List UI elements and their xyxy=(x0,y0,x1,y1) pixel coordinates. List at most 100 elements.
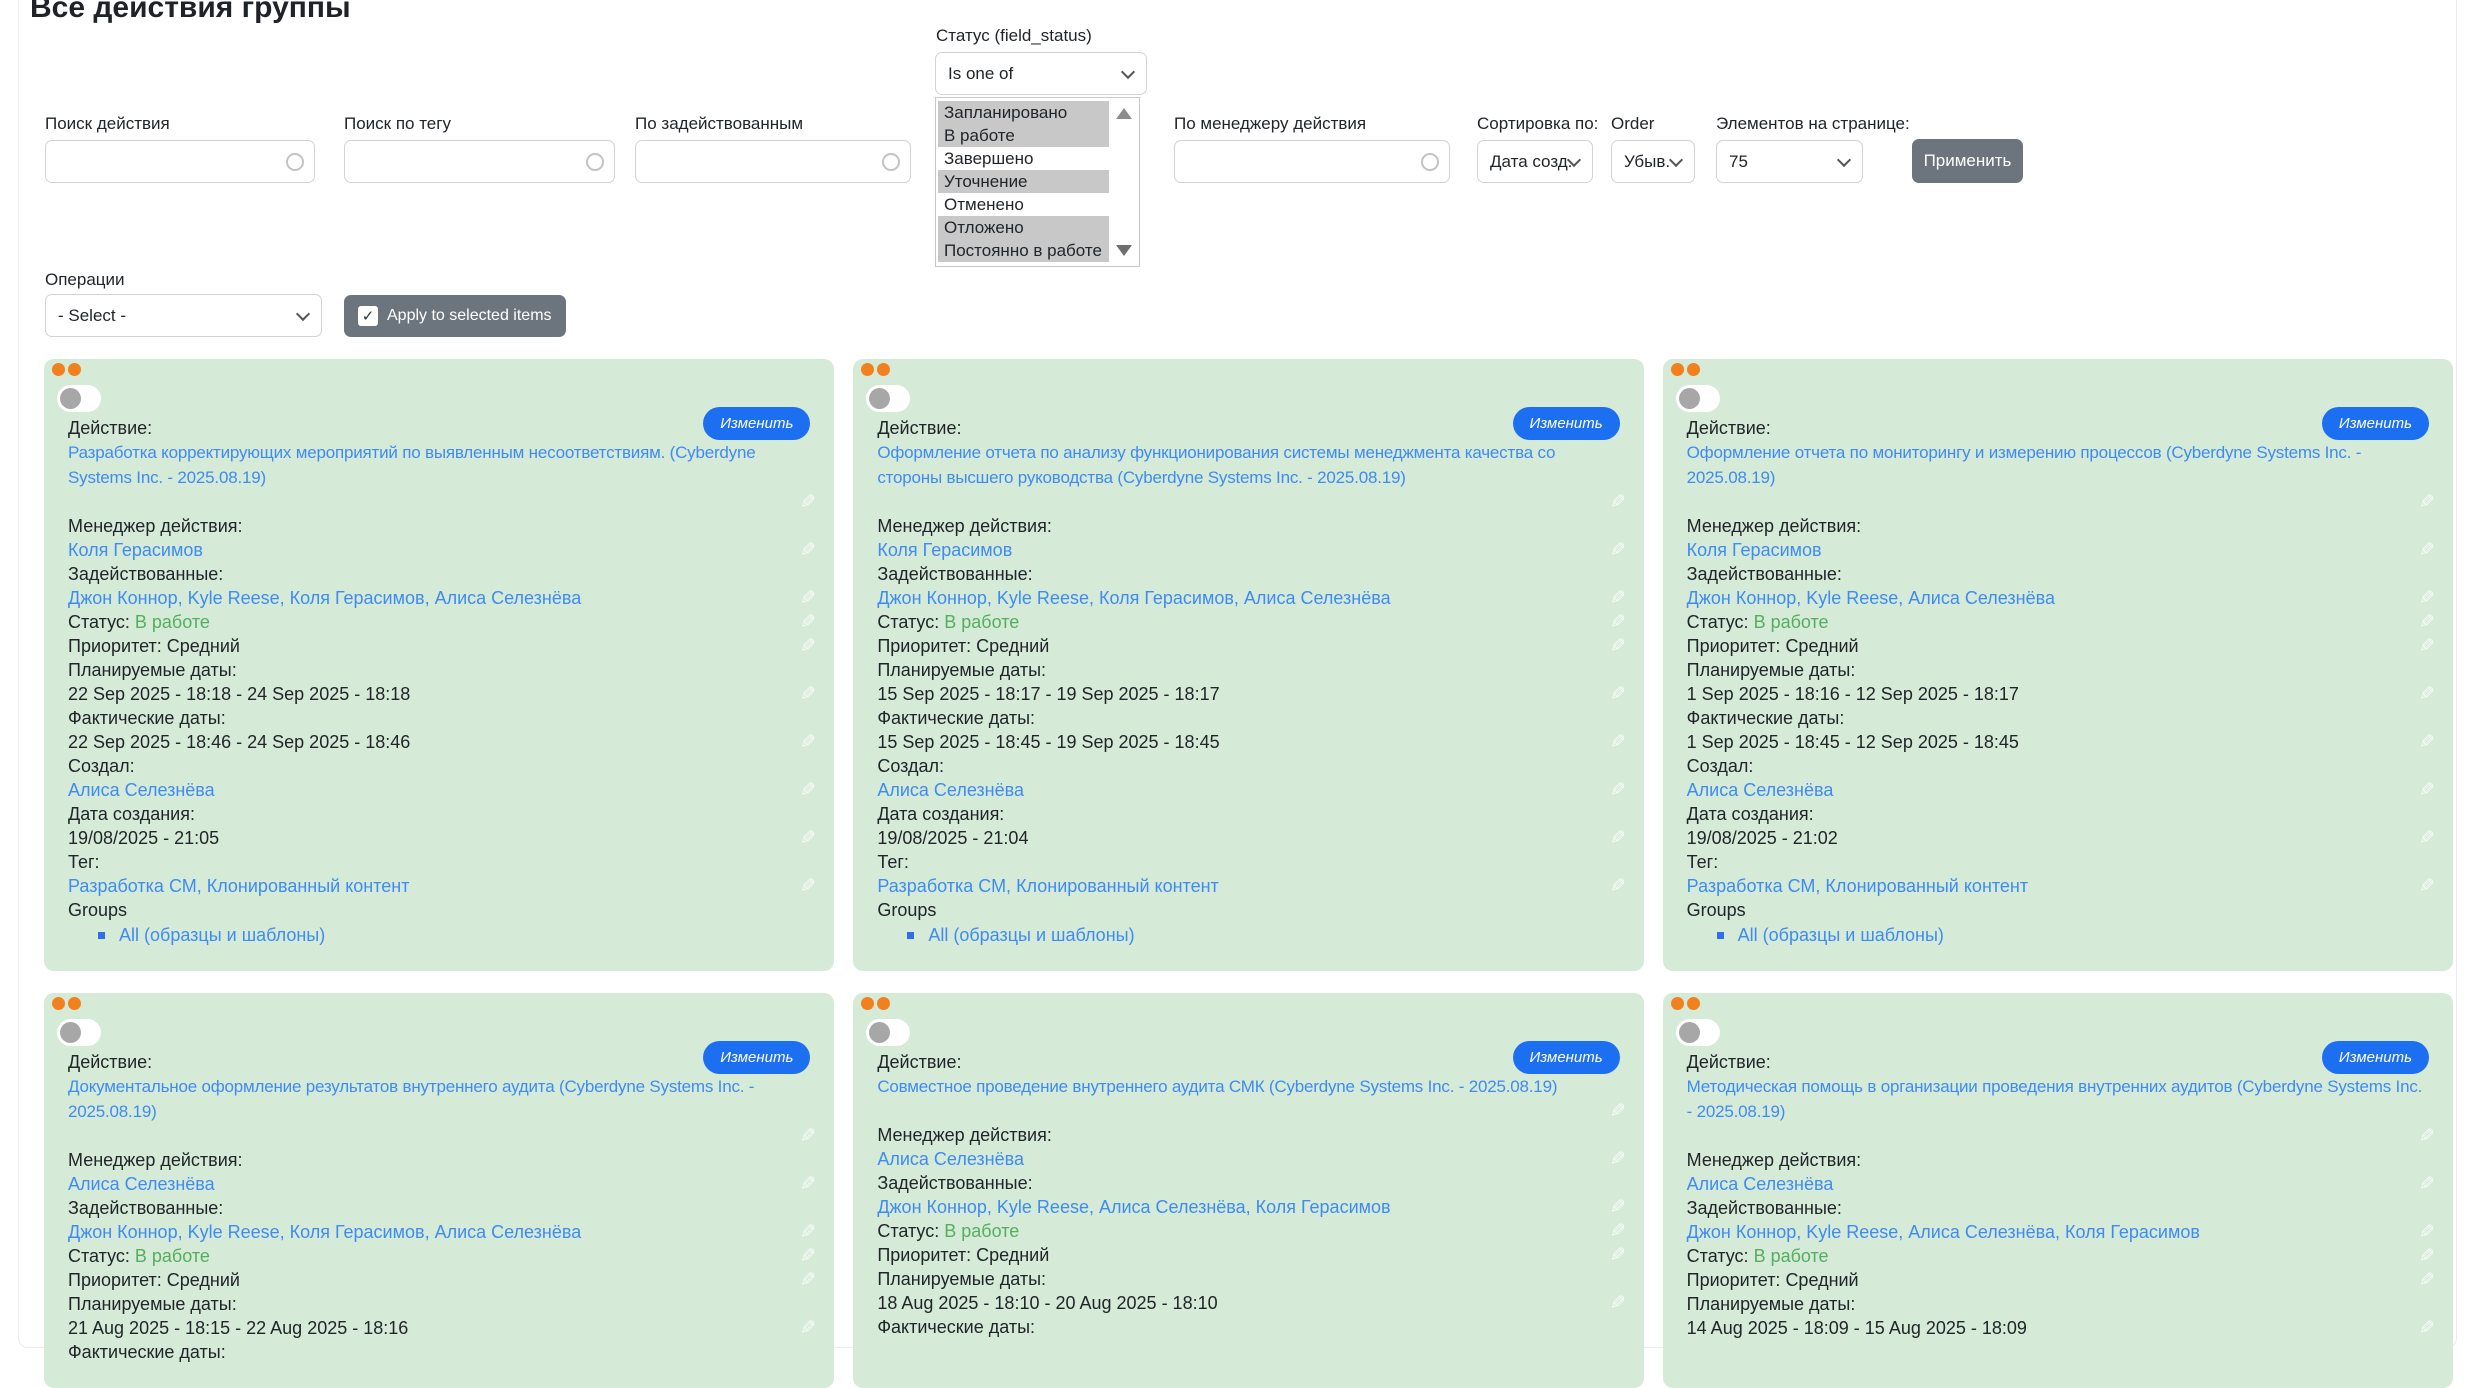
pencil-icon[interactable]: ✎ xyxy=(1610,827,1626,851)
pencil-icon[interactable]: ✎ xyxy=(2419,1221,2435,1245)
pencil-icon[interactable]: ✎ xyxy=(1610,1292,1626,1316)
pencil-icon[interactable]: ✎ xyxy=(2419,731,2435,755)
search-action-input[interactable] xyxy=(45,140,315,183)
by-involved-input[interactable] xyxy=(635,140,911,183)
pencil-icon[interactable]: ✎ xyxy=(800,731,816,755)
manager-link[interactable]: Коля Герасимов xyxy=(877,540,1012,560)
status-option[interactable]: Отменено xyxy=(938,193,1109,216)
pencil-icon[interactable]: ✎ xyxy=(1610,539,1626,563)
involved-links[interactable]: Джон Коннор, Kyle Reese, Коля Герасимов,… xyxy=(68,1222,581,1242)
pencil-icon[interactable]: ✎ xyxy=(2419,1245,2435,1269)
pencil-icon[interactable]: ✎ xyxy=(800,611,816,635)
pencil-icon[interactable]: ✎ xyxy=(1610,611,1626,635)
apply-to-selected-button[interactable]: ✓ Apply to selected items xyxy=(344,295,566,337)
manager-link[interactable]: Алиса Селезнёва xyxy=(877,1149,1024,1169)
pencil-icon[interactable]: ✎ xyxy=(2419,683,2435,707)
involved-links[interactable]: Джон Коннор, Kyle Reese, Коля Герасимов,… xyxy=(68,588,581,608)
apply-filters-button[interactable]: Применить xyxy=(1912,139,2023,183)
manager-link[interactable]: Алиса Селезнёва xyxy=(68,1174,215,1194)
status-option[interactable]: Отложено xyxy=(938,216,1109,239)
select-item-toggle[interactable] xyxy=(57,1019,101,1046)
action-title-link[interactable]: Оформление отчета по анализу функциониро… xyxy=(877,443,1555,487)
pencil-icon[interactable]: ✎ xyxy=(1610,875,1626,899)
select-item-toggle[interactable] xyxy=(1676,1019,1720,1046)
pencil-icon[interactable]: ✎ xyxy=(800,827,816,851)
select-item-toggle[interactable] xyxy=(1676,385,1720,412)
status-option[interactable]: В работе xyxy=(938,124,1109,147)
pencil-icon[interactable]: ✎ xyxy=(800,587,816,611)
involved-links[interactable]: Джон Коннор, Kyle Reese, Алиса Селезнёва… xyxy=(1687,1222,2200,1242)
pencil-icon[interactable]: ✎ xyxy=(2419,491,2435,515)
pencil-icon[interactable]: ✎ xyxy=(1610,1100,1626,1124)
pencil-icon[interactable]: ✎ xyxy=(1610,1244,1626,1268)
pencil-icon[interactable]: ✎ xyxy=(2419,587,2435,611)
group-link[interactable]: All (образцы и шаблоны) xyxy=(1738,925,1944,945)
pencil-icon[interactable]: ✎ xyxy=(1610,1196,1626,1220)
status-operator-select[interactable]: Is one of xyxy=(935,52,1147,95)
order-select[interactable]: Убыв. xyxy=(1611,140,1695,183)
pencil-icon[interactable]: ✎ xyxy=(800,683,816,707)
pencil-icon[interactable]: ✎ xyxy=(800,635,816,659)
pencil-icon[interactable]: ✎ xyxy=(800,1221,816,1245)
pencil-icon[interactable]: ✎ xyxy=(800,1269,816,1293)
manager-link[interactable]: Коля Герасимов xyxy=(1687,540,1822,560)
manager-link[interactable]: Коля Герасимов xyxy=(68,540,203,560)
select-item-toggle[interactable] xyxy=(57,385,101,412)
pencil-icon[interactable]: ✎ xyxy=(2419,1173,2435,1197)
pencil-icon[interactable]: ✎ xyxy=(800,779,816,803)
pencil-icon[interactable]: ✎ xyxy=(1610,1148,1626,1172)
involved-links[interactable]: Джон Коннор, Kyle Reese, Алиса Селезнёва xyxy=(1687,588,2055,608)
pencil-icon[interactable]: ✎ xyxy=(800,1173,816,1197)
created-by-link[interactable]: Алиса Селезнёва xyxy=(1687,780,1834,800)
action-title-link[interactable]: Совместное проведение внутреннего аудита… xyxy=(877,1077,1557,1096)
pencil-icon[interactable]: ✎ xyxy=(800,1125,816,1149)
sort-by-select[interactable]: Дата созд. xyxy=(1477,140,1593,183)
involved-links[interactable]: Джон Коннор, Kyle Reese, Алиса Селезнёва… xyxy=(877,1197,1390,1217)
status-option[interactable]: Уточнение xyxy=(938,170,1109,193)
by-manager-input[interactable] xyxy=(1174,140,1450,183)
status-option[interactable]: Завершено xyxy=(938,147,1109,170)
action-title-link[interactable]: Методическая помощь в организации провед… xyxy=(1687,1077,2423,1121)
action-title-link[interactable]: Разработка корректирующих мероприятий по… xyxy=(68,443,756,487)
involved-links[interactable]: Джон Коннор, Kyle Reese, Коля Герасимов,… xyxy=(877,588,1390,608)
group-link[interactable]: All (образцы и шаблоны) xyxy=(119,925,325,945)
pencil-icon[interactable]: ✎ xyxy=(2419,1317,2435,1341)
status-option[interactable]: Запланировано xyxy=(938,101,1109,124)
scroll-up-arrow-icon[interactable] xyxy=(1116,108,1132,119)
operations-select[interactable]: - Select - xyxy=(45,294,322,337)
pencil-icon[interactable]: ✎ xyxy=(2419,1125,2435,1149)
pencil-icon[interactable]: ✎ xyxy=(800,1317,816,1341)
group-link[interactable]: All (образцы и шаблоны) xyxy=(928,925,1134,945)
pencil-icon[interactable]: ✎ xyxy=(2419,611,2435,635)
pencil-icon[interactable]: ✎ xyxy=(2419,827,2435,851)
action-title-link[interactable]: Документальное оформление результатов вн… xyxy=(68,1077,754,1121)
pencil-icon[interactable]: ✎ xyxy=(2419,1269,2435,1293)
status-option[interactable]: Постоянно в работе xyxy=(938,239,1109,262)
pencil-icon[interactable]: ✎ xyxy=(2419,539,2435,563)
per-page-select[interactable]: 75 xyxy=(1716,140,1863,183)
select-item-toggle[interactable] xyxy=(866,385,910,412)
pencil-icon[interactable]: ✎ xyxy=(800,875,816,899)
pencil-icon[interactable]: ✎ xyxy=(2419,779,2435,803)
pencil-icon[interactable]: ✎ xyxy=(2419,635,2435,659)
select-item-toggle[interactable] xyxy=(866,1019,910,1046)
pencil-icon[interactable]: ✎ xyxy=(1610,779,1626,803)
tag-links[interactable]: Разработка СМ, Клонированный контент xyxy=(68,876,409,896)
manager-link[interactable]: Алиса Селезнёва xyxy=(1687,1174,1834,1194)
created-by-link[interactable]: Алиса Селезнёва xyxy=(877,780,1024,800)
tag-links[interactable]: Разработка СМ, Клонированный контент xyxy=(877,876,1218,896)
scroll-down-arrow-icon[interactable] xyxy=(1116,245,1132,256)
pencil-icon[interactable]: ✎ xyxy=(800,491,816,515)
pencil-icon[interactable]: ✎ xyxy=(1610,491,1626,515)
pencil-icon[interactable]: ✎ xyxy=(800,539,816,563)
pencil-icon[interactable]: ✎ xyxy=(1610,731,1626,755)
pencil-icon[interactable]: ✎ xyxy=(800,1245,816,1269)
pencil-icon[interactable]: ✎ xyxy=(1610,1220,1626,1244)
created-by-link[interactable]: Алиса Селезнёва xyxy=(68,780,215,800)
tag-links[interactable]: Разработка СМ, Клонированный контент xyxy=(1687,876,2028,896)
pencil-icon[interactable]: ✎ xyxy=(2419,875,2435,899)
status-listbox[interactable]: ЗапланированоВ работеЗавершеноУточнениеО… xyxy=(935,97,1140,267)
pencil-icon[interactable]: ✎ xyxy=(1610,683,1626,707)
pencil-icon[interactable]: ✎ xyxy=(1610,635,1626,659)
pencil-icon[interactable]: ✎ xyxy=(1610,587,1626,611)
